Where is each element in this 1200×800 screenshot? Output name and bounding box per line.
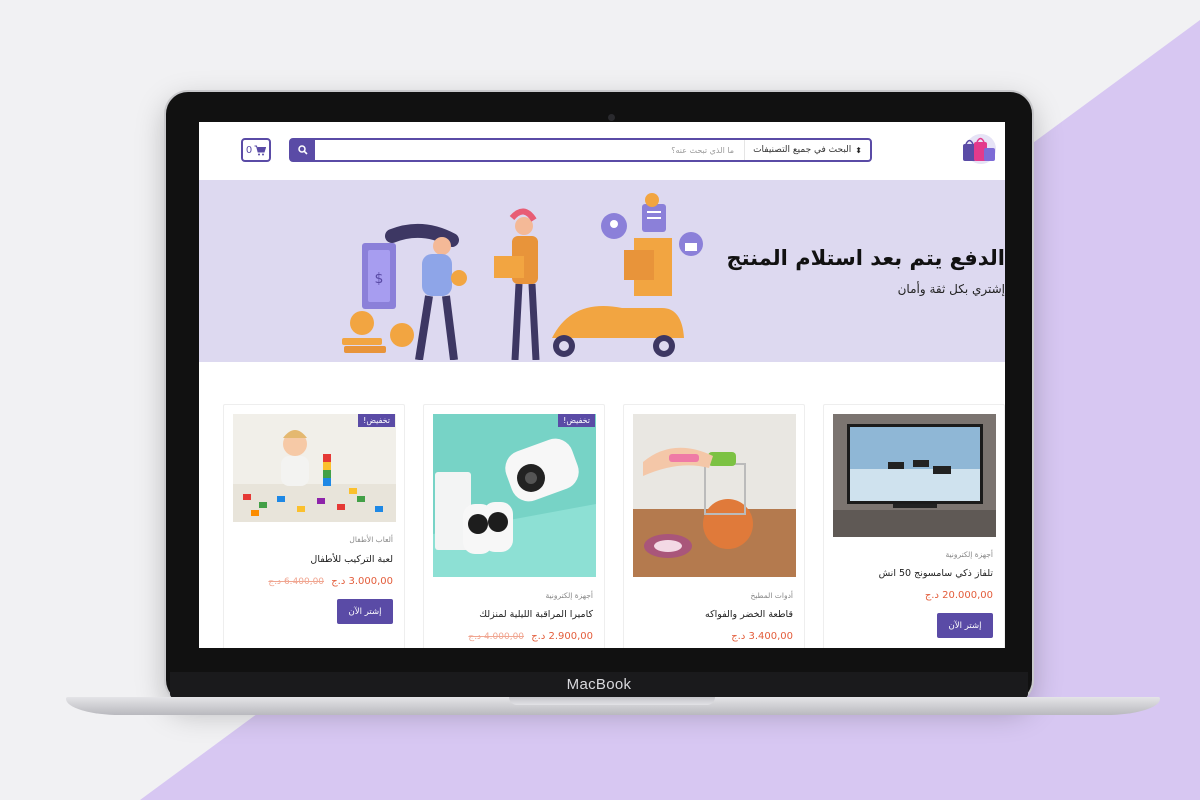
laptop-base-notch [509,697,715,705]
cart-button[interactable]: 0 [241,138,271,162]
svg-text:$: $ [375,271,384,287]
cart-count: 0 [245,144,253,156]
product-image-cutter [633,414,796,577]
product-card[interactable]: تخفيض! أجهزة إلكترونية كاميرا المراقبة ا… [423,404,605,648]
search-button[interactable] [291,140,315,160]
price-old: 4.000,00 د.ج [468,632,525,642]
shopping-bags-logo[interactable] [957,132,1001,168]
product-image-tv [833,414,996,537]
price-current: 3.400,00 د.ج [731,631,793,642]
product-image-toy [233,414,396,522]
sale-badge: تخفيض! [558,414,595,427]
category-select-label: البحث في جميع التصنيفات [753,145,852,155]
search-bar: ⬍ البحث في جميع التصنيفات [289,138,872,162]
product-category: أجهزة إلكترونية [945,550,993,559]
product-category: أجهزة إلكترونية [545,591,593,600]
buy-now-button[interactable]: إشتر الآن [337,599,393,624]
category-select[interactable]: ⬍ البحث في جميع التصنيفات [744,140,870,160]
product-title[interactable]: كاميرا المراقبة الليلية لمنزلك [433,609,593,620]
delivery-illustration: $ [342,193,703,360]
product-image-camera [433,414,596,577]
product-card[interactable]: تخفيض! ألعاب الأطفال لعبة التركيب للأطفا… [223,404,405,648]
device-label: MacBook [170,672,1028,698]
product-title[interactable]: تلفاز ذكي سامسونج 50 انش [833,568,993,579]
camera-icon [608,114,615,121]
price-current: 20.000,00 د.ج [924,590,993,601]
hero-banner: $ الدفع يتم بعد استلام المنتج إشتري بكل … [199,180,1005,362]
price-current: 2.900,00 د.ج [531,631,593,642]
cart-icon [254,145,267,155]
product-card[interactable]: أدوات المطبخ قاطعة الخضر والفواكه 3.400,… [623,404,805,648]
banner-title: الدفع يتم بعد استلام المنتج [726,246,1005,270]
product-price: 2.900,00 د.ج 4.000,00 د.ج [433,631,593,642]
product-price: 3.400,00 د.ج [633,631,793,642]
site-header: ⬍ البحث في جميع التصنيفات 0 [199,122,1005,180]
browser-screen: ⬍ البحث في جميع التصنيفات 0 [199,122,1005,648]
product-title[interactable]: قاطعة الخضر والفواكه [633,609,793,620]
search-input[interactable] [315,145,745,155]
select-arrows-icon: ⬍ [855,145,862,155]
product-category: ألعاب الأطفال [349,535,393,544]
sale-badge: تخفيض! [358,414,395,427]
product-price: 20.000,00 د.ج [833,590,993,601]
price-old: 6.400,00 د.ج [268,577,325,587]
buy-now-button[interactable]: إشتر الآن [937,613,993,638]
banner-subtitle: إشتري بكل ثقة وأمان [897,282,1005,296]
product-category: أدوات المطبخ [750,591,793,600]
product-title[interactable]: لعبة التركيب للأطفال [233,554,393,565]
product-price: 3.000,00 د.ج 6.400,00 د.ج [233,576,393,587]
product-card[interactable]: أجهزة إلكترونية تلفاز ذكي سامسونج 50 انش… [823,404,1005,648]
price-current: 3.000,00 د.ج [331,576,393,587]
search-icon [298,145,308,155]
